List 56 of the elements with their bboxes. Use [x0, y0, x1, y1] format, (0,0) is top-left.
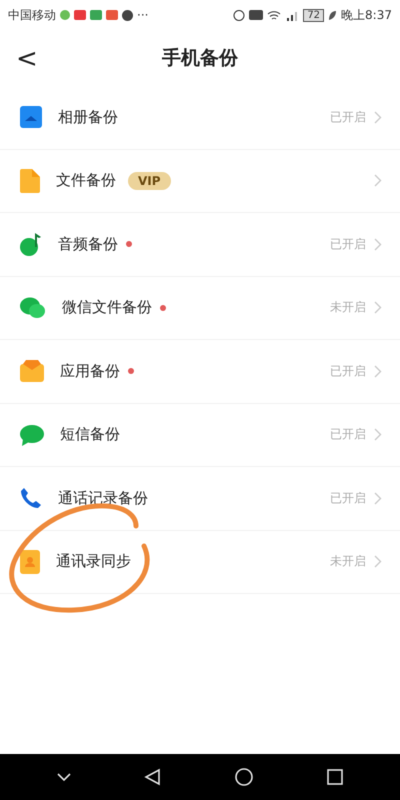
- alarm-icon: [233, 9, 246, 21]
- clock-time: 晚上8:37: [341, 6, 392, 24]
- backup-row[interactable]: 应用备份 已开启: [0, 340, 400, 404]
- inbox-icon: [20, 360, 44, 382]
- app-notification-icon: [122, 10, 133, 20]
- status-text: 已开启: [330, 426, 366, 444]
- status-text: 已开启: [330, 490, 366, 507]
- backup-row[interactable]: 文件备份 VIP: [0, 150, 400, 213]
- status-text: 未开启: [330, 299, 366, 316]
- row-label: 短信备份: [60, 425, 120, 444]
- recent-apps-icon[interactable]: [326, 768, 344, 786]
- back-triangle-icon[interactable]: [144, 768, 162, 786]
- backup-row[interactable]: 音频备份 已开启: [0, 213, 400, 276]
- row-label: 相册备份: [58, 108, 118, 127]
- battery-level: 72: [303, 8, 324, 22]
- vip-badge: VIP: [128, 172, 171, 190]
- backup-row[interactable]: 短信备份 已开启: [0, 404, 400, 467]
- music-note-icon: [20, 231, 42, 258]
- app-notification-icon: [74, 10, 86, 20]
- back-button[interactable]: <: [8, 40, 46, 78]
- app-notification-icon: [60, 10, 70, 20]
- chevron-right-icon: [374, 174, 382, 188]
- row-label: 应用备份: [60, 362, 120, 381]
- row-label: 通讯录同步: [56, 552, 131, 572]
- status-text: 已开启: [330, 236, 366, 253]
- more-notifications: ···: [137, 8, 148, 22]
- status-text: 已开启: [330, 362, 366, 380]
- chevron-right-icon: [374, 110, 382, 124]
- status-text: 已开启: [330, 108, 366, 126]
- carrier-name: 中国移动: [8, 6, 56, 24]
- page-title: 手机备份: [162, 46, 238, 71]
- backup-row[interactable]: 通讯录同步 未开启: [0, 530, 400, 594]
- status-text: 未开启: [330, 553, 366, 570]
- chat-bubbles-icon: [20, 296, 46, 320]
- home-circle-icon[interactable]: [234, 767, 254, 787]
- leaf-icon: [328, 10, 338, 20]
- document-icon: [20, 168, 40, 193]
- backup-row[interactable]: 微信文件备份 未开启: [0, 276, 400, 340]
- chevron-right-icon: [374, 364, 382, 378]
- image-icon: [20, 106, 42, 128]
- row-label: 音频备份: [58, 234, 118, 254]
- row-label: 文件备份: [56, 171, 116, 190]
- speech-bubble-icon: [20, 424, 44, 446]
- wifi-icon: [267, 10, 282, 20]
- chevron-right-icon: [374, 428, 382, 442]
- phone-icon: [20, 487, 42, 510]
- backup-row[interactable]: 相册备份 已开启: [0, 86, 400, 150]
- app-notification-icon: [90, 10, 102, 20]
- chevron-right-icon: [374, 301, 382, 314]
- chevron-right-icon: [374, 238, 382, 251]
- chevron-right-icon: [374, 555, 382, 568]
- chevron-right-icon: [374, 492, 382, 505]
- signal-icon: [285, 10, 300, 20]
- row-label: 微信文件备份: [62, 298, 152, 318]
- chevron-down-icon[interactable]: [56, 772, 72, 782]
- app-notification-icon: [106, 10, 118, 20]
